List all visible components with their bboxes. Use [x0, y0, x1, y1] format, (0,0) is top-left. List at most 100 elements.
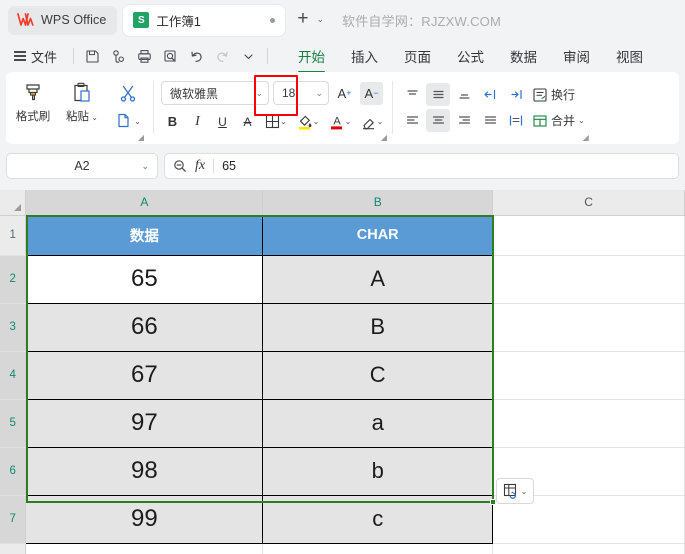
font-color-chevron-down-icon[interactable]: ⌄	[345, 117, 352, 126]
new-tab-button[interactable]: +	[291, 9, 310, 31]
fill-color-chevron-down-icon[interactable]: ⌄	[313, 117, 320, 126]
paste-options-button[interactable]: ⌄	[496, 478, 534, 504]
wps-office-brand-button[interactable]: WPS Office	[8, 5, 118, 35]
borders-chevron-down-icon[interactable]: ⌄	[280, 117, 287, 126]
strikethrough-button[interactable]: A	[236, 110, 259, 133]
row-header-7[interactable]: 7	[0, 495, 27, 544]
row-header-1[interactable]: 1	[0, 215, 27, 256]
font-expander-icon[interactable]: ◢	[381, 133, 387, 142]
row-header-3[interactable]: 3	[0, 303, 27, 352]
file-menu-button[interactable]: 文件	[31, 47, 57, 66]
align-top-button[interactable]	[400, 83, 424, 106]
print-icon[interactable]	[133, 45, 156, 68]
tab-start[interactable]: 开始	[285, 42, 338, 73]
cell-a5[interactable]: 97	[25, 398, 264, 448]
cell-c1[interactable]	[492, 215, 685, 256]
tab-insert[interactable]: 插入	[338, 42, 391, 71]
align-bottom-button[interactable]	[452, 83, 476, 106]
save-icon[interactable]	[81, 45, 104, 68]
undo-icon[interactable]	[185, 45, 208, 68]
cell-a3[interactable]: 66	[25, 302, 264, 352]
decrease-font-size-button[interactable]: A −	[360, 81, 383, 105]
font-size-chevron-down-icon[interactable]: ⌄	[315, 88, 323, 99]
quick-access-chevron-down-icon[interactable]	[237, 45, 260, 68]
name-box[interactable]: A2 ⌄	[6, 153, 158, 179]
cell-b8[interactable]	[262, 543, 494, 554]
italic-button[interactable]: I	[186, 110, 209, 133]
cell-a8[interactable]	[25, 543, 264, 554]
copy-button[interactable]: ⌄	[115, 112, 141, 130]
align-middle-button[interactable]	[426, 83, 450, 106]
cell-a2[interactable]: 65	[25, 254, 264, 304]
copy-chevron-down-icon[interactable]: ⌄	[134, 117, 141, 126]
font-name-chevron-down-icon[interactable]: ⌄	[255, 88, 263, 99]
cell-b4[interactable]: C	[262, 350, 494, 400]
column-header-c[interactable]: C	[492, 190, 685, 216]
formula-input-wrap[interactable]: fx 65	[164, 153, 679, 179]
cell-a1[interactable]: 数据	[25, 215, 264, 255]
clear-format-button[interactable]: ⌄	[357, 110, 387, 133]
print-preview-icon[interactable]	[159, 45, 182, 68]
distribute-columns-button[interactable]	[504, 109, 528, 132]
cell-b5[interactable]: a	[262, 398, 494, 448]
font-name-select[interactable]: 微软雅黑 ⌄	[161, 81, 269, 105]
cell-c2[interactable]	[492, 255, 685, 304]
spreadsheet-grid[interactable]: A B C 1 数据 CHAR 2 65 A 3 66 B 4 67 C 5 9…	[0, 190, 685, 554]
paste-chevron-down-icon[interactable]: ⌄	[89, 113, 98, 122]
row-header-4[interactable]: 4	[0, 351, 27, 400]
tab-page[interactable]: 页面	[391, 42, 444, 71]
row-header-6[interactable]: 6	[0, 447, 27, 496]
zoom-out-icon[interactable]	[173, 159, 187, 173]
cell-a7[interactable]: 99	[25, 494, 264, 544]
document-tab-workbook1[interactable]: S 工作簿1	[123, 4, 286, 36]
cell-c5[interactable]	[492, 399, 685, 448]
align-center-button[interactable]	[426, 109, 450, 132]
increase-font-size-button[interactable]: A +	[333, 82, 356, 105]
column-header-b[interactable]: B	[262, 190, 494, 216]
cut-icon[interactable]	[118, 83, 138, 103]
merge-chevron-down-icon[interactable]: ⌄	[578, 116, 585, 125]
tab-review[interactable]: 审阅	[550, 42, 603, 71]
merge-cells-button[interactable]: 合并 ⌄	[530, 109, 587, 132]
increase-indent-button[interactable]	[504, 83, 528, 106]
select-all-corner[interactable]	[0, 190, 27, 216]
wrap-text-button[interactable]: 换行	[530, 83, 577, 106]
tab-formula[interactable]: 公式	[444, 42, 497, 71]
borders-button[interactable]: ⌄	[261, 110, 291, 133]
decrease-indent-button[interactable]	[478, 83, 502, 106]
bold-button[interactable]: B	[161, 110, 184, 133]
share-icon[interactable]	[107, 45, 130, 68]
row-header-8[interactable]: 8	[0, 543, 27, 554]
justify-button[interactable]	[478, 109, 502, 132]
align-left-button[interactable]	[400, 109, 424, 132]
cell-a6[interactable]: 98	[25, 446, 264, 496]
font-color-button[interactable]: A ⌄	[325, 110, 355, 133]
clipboard-expander-icon[interactable]: ◢	[138, 133, 144, 142]
row-header-2[interactable]: 2	[0, 255, 27, 304]
alignment-expander-icon[interactable]: ◢	[583, 133, 589, 142]
cell-b1[interactable]: CHAR	[262, 215, 494, 255]
fill-color-button[interactable]: ⌄	[293, 110, 323, 133]
new-tab-chevron-down-icon[interactable]: ⌄	[316, 14, 324, 27]
fx-icon[interactable]: fx	[195, 158, 205, 174]
paste-options-chevron-down-icon[interactable]: ⌄	[521, 487, 528, 496]
paste-button[interactable]: 粘贴 ⌄	[56, 75, 108, 124]
column-header-a[interactable]: A	[25, 190, 264, 216]
clear-format-chevron-down-icon[interactable]: ⌄	[377, 117, 384, 126]
underline-button[interactable]: U	[211, 110, 234, 133]
menu-hamburger-icon[interactable]	[14, 51, 26, 61]
cell-b7[interactable]: c	[262, 494, 494, 544]
font-size-select[interactable]: 18 ⌄	[273, 81, 329, 105]
tab-view[interactable]: 视图	[603, 42, 656, 71]
cell-b2[interactable]: A	[262, 254, 494, 304]
cell-b6[interactable]: b	[262, 446, 494, 496]
align-right-button[interactable]	[452, 109, 476, 132]
cell-a4[interactable]: 67	[25, 350, 264, 400]
row-header-5[interactable]: 5	[0, 399, 27, 448]
format-painter-button[interactable]: 格式刷	[10, 75, 56, 124]
formula-input[interactable]: 65	[222, 159, 236, 173]
cell-c4[interactable]	[492, 351, 685, 400]
name-box-chevron-down-icon[interactable]: ⌄	[141, 161, 149, 172]
cell-c3[interactable]	[492, 303, 685, 352]
cell-b3[interactable]: B	[262, 302, 494, 352]
